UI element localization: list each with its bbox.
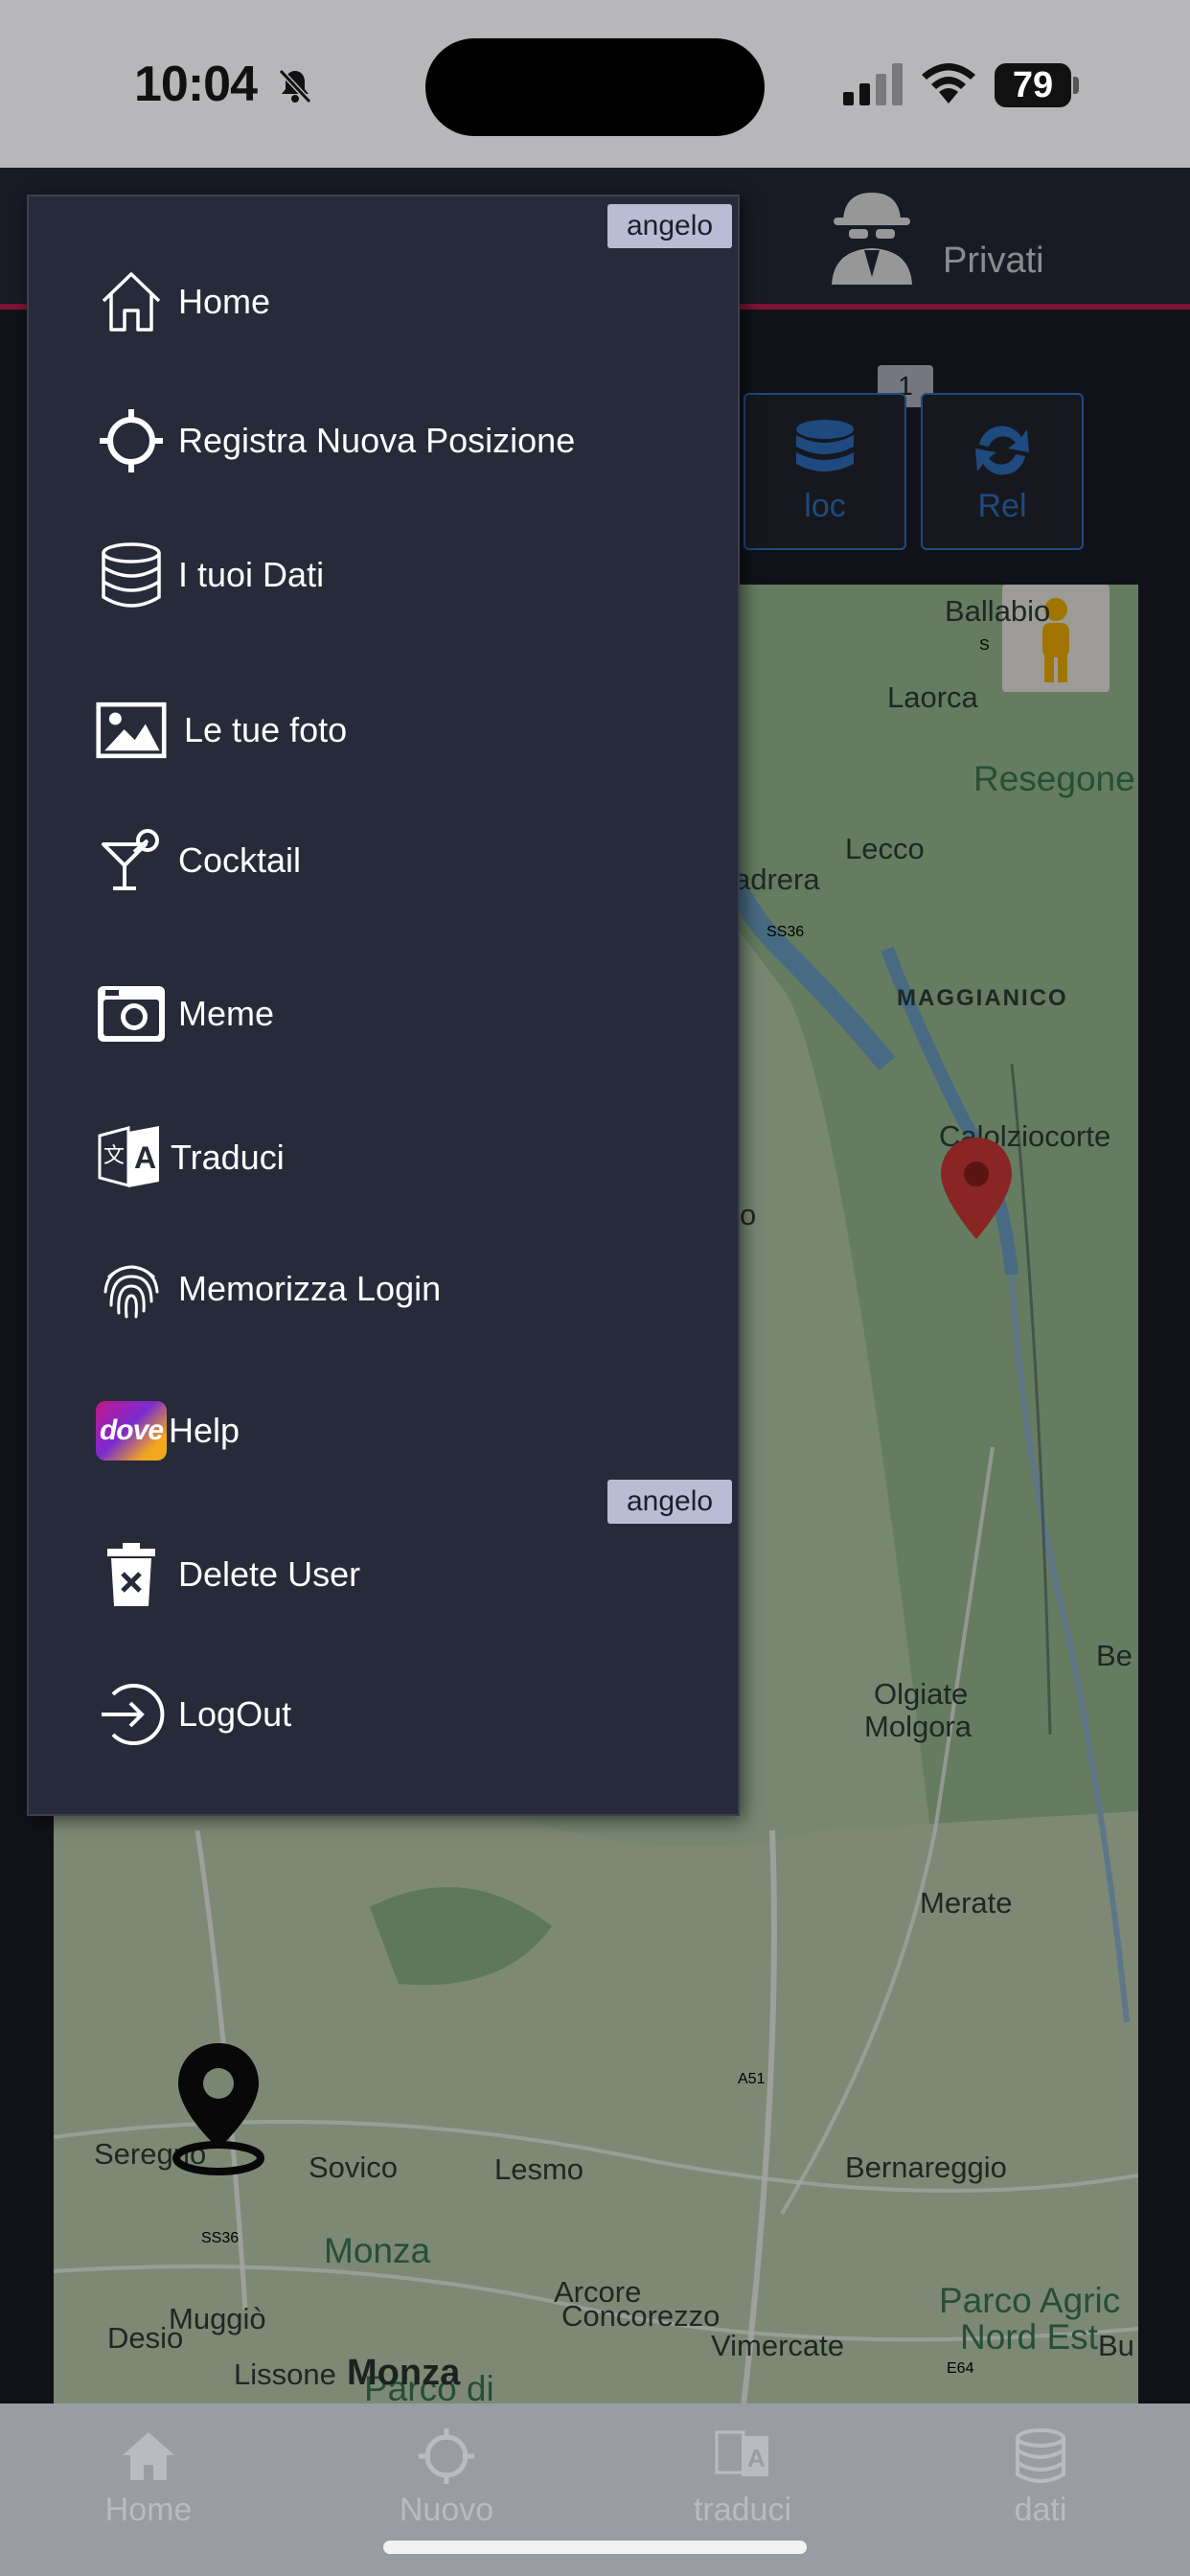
user-tag: angelo xyxy=(607,204,732,248)
crosshair-icon xyxy=(419,2428,474,2484)
battery-tip xyxy=(1073,77,1079,94)
translate-icon: A 文 xyxy=(98,1126,159,1187)
menu-item-registra-posizione[interactable]: Registra Nuova Posizione xyxy=(96,398,728,484)
trash-icon xyxy=(107,1543,155,1606)
nav-nuovo[interactable]: Nuovo xyxy=(351,2426,542,2532)
svg-text:A: A xyxy=(134,1140,156,1175)
battery-level: 79 xyxy=(995,63,1071,107)
cellular-signal-icon xyxy=(843,63,903,105)
nav-traduci[interactable]: A traduci xyxy=(647,2426,838,2532)
database-icon xyxy=(1016,2428,1065,2483)
nav-home[interactable]: Home xyxy=(53,2426,244,2532)
crosshair-icon xyxy=(100,409,163,472)
menu-item-cocktail[interactable]: Cocktail xyxy=(96,817,728,904)
menu-item-tuoi-dati[interactable]: I tuoi Dati xyxy=(96,532,728,618)
cocktail-icon xyxy=(102,829,159,890)
menu-item-label: Cocktail xyxy=(178,840,302,880)
svg-text:文: 文 xyxy=(103,1144,125,1168)
home-indicator xyxy=(383,2541,807,2554)
svg-text:A: A xyxy=(747,2444,766,2472)
translate-icon: A xyxy=(715,2430,768,2476)
fingerprint-icon xyxy=(103,1265,159,1319)
dynamic-island xyxy=(425,38,765,136)
menu-item-delete-user[interactable]: Delete User xyxy=(96,1531,728,1618)
menu-item-label: Registra Nuova Posizione xyxy=(178,421,576,460)
menu-item-home[interactable]: Home xyxy=(96,259,728,345)
menu-item-label: I tuoi Dati xyxy=(178,555,325,594)
menu-item-memorizza-login[interactable]: Memorizza Login xyxy=(96,1246,728,1332)
wifi-icon xyxy=(922,63,975,104)
user-tag: angelo xyxy=(607,1480,732,1524)
bell-muted-icon xyxy=(278,68,312,104)
menu-item-label: Traduci xyxy=(171,1138,285,1177)
menu-item-meme[interactable]: Meme xyxy=(96,971,728,1057)
nav-nuovo-label: Nuovo xyxy=(399,2492,494,2528)
status-bar: 10:04 79 xyxy=(0,0,1190,168)
nav-traduci-label: traduci xyxy=(693,2492,792,2528)
dove-logo: dove xyxy=(96,1401,167,1460)
nav-dati-label: dati xyxy=(1014,2492,1067,2528)
side-menu: angelo Home Registra Nuova Posizione I t… xyxy=(27,195,740,1816)
menu-item-help[interactable]: dove Help xyxy=(96,1388,728,1474)
home-icon xyxy=(102,272,161,332)
camera-icon xyxy=(98,986,165,1042)
menu-item-label: Meme xyxy=(178,994,275,1033)
menu-item-label: Delete User xyxy=(178,1554,361,1594)
menu-item-traduci[interactable]: A 文 Traduci xyxy=(96,1115,728,1201)
image-icon xyxy=(96,702,167,759)
menu-item-label: Home xyxy=(178,282,271,321)
nav-dati[interactable]: dati xyxy=(945,2426,1136,2532)
menu-item-label: Memorizza Login xyxy=(178,1269,442,1308)
menu-item-logout[interactable]: LogOut xyxy=(96,1671,728,1758)
nav-home-label: Home xyxy=(104,2492,193,2528)
status-time: 10:04 xyxy=(134,57,258,112)
database-icon xyxy=(102,542,161,608)
menu-item-label: LogOut xyxy=(178,1694,292,1734)
menu-item-tue-foto[interactable]: Le tue foto xyxy=(96,687,728,773)
menu-item-label: Le tue foto xyxy=(184,710,348,749)
home-icon xyxy=(123,2432,174,2480)
menu-item-label: Help xyxy=(169,1411,240,1450)
logout-icon xyxy=(102,1684,165,1745)
